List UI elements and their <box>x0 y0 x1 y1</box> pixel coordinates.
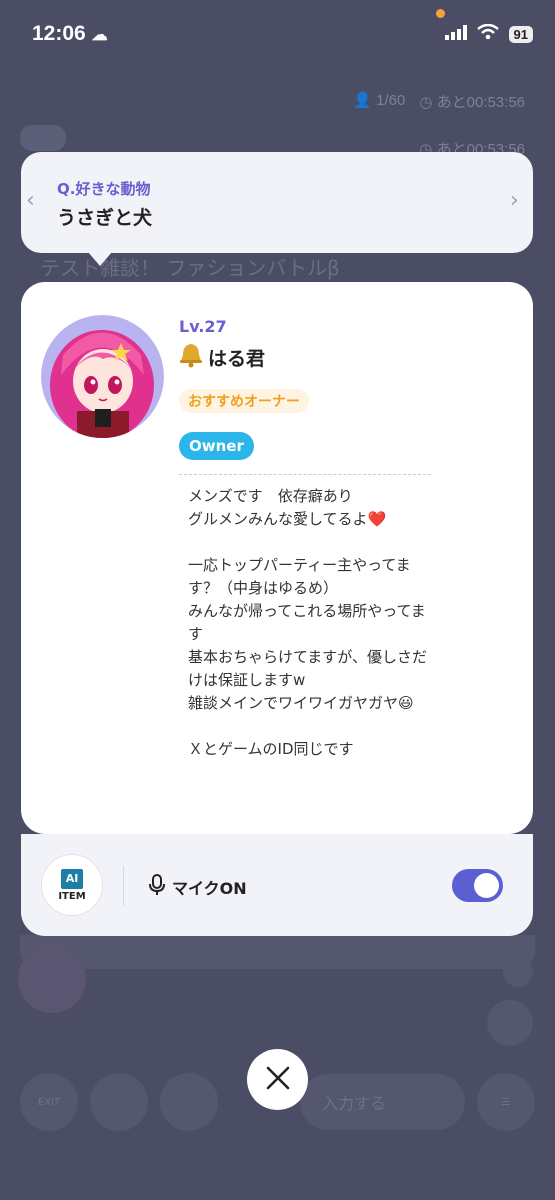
room-timer: ◷ あと00:53:56 <box>419 94 525 111</box>
ai-icon: AI <box>61 868 83 889</box>
chevron-left-icon[interactable]: ‹ <box>26 188 35 213</box>
question-bubble-tail <box>88 252 112 266</box>
participant-count: 👤 1/60 <box>353 92 406 109</box>
divider <box>179 474 431 475</box>
mic-toggle[interactable] <box>452 869 503 902</box>
room-title: テスト雑談！ ファションバトルβ <box>40 256 340 280</box>
recording-dot <box>436 9 445 18</box>
ai-item-button[interactable]: AI ITEM <box>41 854 103 916</box>
bg-message-input: 入力する <box>300 1074 465 1130</box>
mic-setting: マイクON <box>148 874 247 900</box>
bg-avatar <box>18 945 86 1013</box>
bg-room-header <box>20 125 66 151</box>
user-name: はる君 <box>178 342 265 373</box>
mic-label: マイクON <box>172 879 247 898</box>
recommended-owner-badge: おすすめオーナー <box>179 389 309 413</box>
status-icons: 91 <box>444 23 533 44</box>
chevron-right-icon[interactable]: › <box>510 188 519 213</box>
ai-item-label: ITEM <box>58 890 86 902</box>
bg-members-icon <box>487 1000 533 1046</box>
wifi-icon <box>476 23 499 44</box>
bg-menu-icon: ☰ <box>477 1073 535 1131</box>
microphone-icon <box>148 874 166 900</box>
bg-card <box>20 935 535 969</box>
owner-badge: Owner <box>179 432 254 460</box>
bg-pill <box>20 125 66 151</box>
bg-button <box>90 1073 148 1131</box>
participant-info: 👤 1/60 ◷ あと00:53:56 <box>353 91 525 112</box>
toggle-knob <box>474 873 499 898</box>
avatar <box>41 315 164 438</box>
bg-voice-button <box>160 1073 218 1131</box>
signal-icon <box>444 24 467 44</box>
exit-button: EXIT <box>20 1073 78 1131</box>
question-label: Q.好きな動物 <box>57 180 151 198</box>
user-level: Lv.27 <box>179 317 227 336</box>
vertical-divider <box>123 866 124 906</box>
close-button[interactable] <box>247 1049 308 1110</box>
battery-indicator: 91 <box>508 25 533 43</box>
bg-chevron-down-icon <box>503 957 533 987</box>
close-icon <box>265 1065 291 1095</box>
bell-icon <box>178 342 204 373</box>
profile-bio: メンズです 依存癖あり グルメンみんな愛してるよ❤️ 一応トップパーティー主やっ… <box>188 487 427 758</box>
status-time: 12:06 ☁ <box>32 22 108 45</box>
question-answer: うさぎと犬 <box>57 207 153 229</box>
